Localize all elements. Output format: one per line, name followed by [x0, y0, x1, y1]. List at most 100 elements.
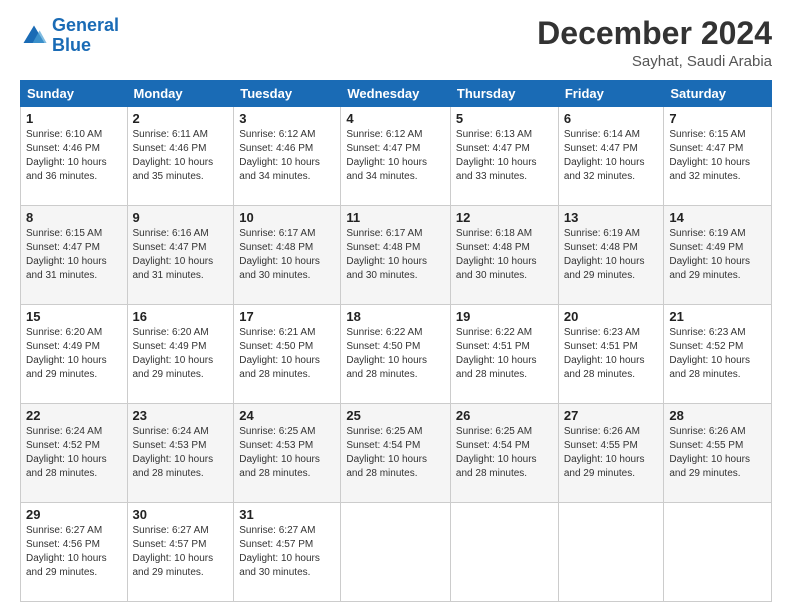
calendar-cell: 19Sunrise: 6:22 AM Sunset: 4:51 PM Dayli… [450, 305, 558, 404]
calendar-week-row: 8 Sunrise: 6:15 AM Sunset: 4:47 PM Daylig… [21, 206, 772, 305]
calendar-cell: 22 Sunrise: 6:24 AM Sunset: 4:52 PM Dayli… [21, 404, 128, 503]
calendar-cell: 20 Sunrise: 6:23 AM Sunset: 4:51 PM Dayli… [558, 305, 664, 404]
day-info: Sunrise: 6:14 AM Sunset: 4:47 PM Dayligh… [564, 128, 659, 184]
day-info: Sunrise: 6:25 AM Sunset: 4:54 PM Dayligh… [456, 425, 553, 481]
day-number: 27 [564, 408, 659, 423]
weekday-header: Wednesday [341, 81, 451, 107]
calendar-cell [664, 503, 772, 602]
calendar-cell [558, 503, 664, 602]
calendar-cell: 24 Sunrise: 6:25 AM Sunset: 4:53 PM Dayli… [234, 404, 341, 503]
calendar-cell: 12 Sunrise: 6:18 AM Sunset: 4:48 PM Dayli… [450, 206, 558, 305]
day-number: 9 [133, 210, 229, 225]
day-info: Sunrise: 6:25 AM Sunset: 4:53 PM Dayligh… [239, 425, 335, 481]
day-info: Sunrise: 6:22 AM Sunset: 4:51 PM Dayligh… [456, 326, 553, 382]
day-number: 21 [669, 309, 766, 324]
day-number: 11 [346, 210, 445, 225]
day-number: 31 [239, 507, 335, 522]
calendar-cell: 30 Sunrise: 6:27 AM Sunset: 4:57 PM Dayli… [127, 503, 234, 602]
calendar-cell: 25 Sunrise: 6:25 AM Sunset: 4:54 PM Dayli… [341, 404, 451, 503]
calendar-cell: 23 Sunrise: 6:24 AM Sunset: 4:53 PM Dayli… [127, 404, 234, 503]
day-info: Sunrise: 6:11 AM Sunset: 4:46 PM Dayligh… [133, 128, 229, 184]
day-number: 4 [346, 111, 445, 126]
day-number: 6 [564, 111, 659, 126]
day-info: Sunrise: 6:15 AM Sunset: 4:47 PM Dayligh… [669, 128, 766, 184]
day-number: 8 [26, 210, 122, 225]
day-info: Sunrise: 6:27 AM Sunset: 4:57 PM Dayligh… [239, 524, 335, 580]
calendar-week-row: 15 Sunrise: 6:20 AM Sunset: 4:49 PM Dayli… [21, 305, 772, 404]
main-title: December 2024 [537, 16, 772, 51]
day-number: 5 [456, 111, 553, 126]
calendar-cell: 26 Sunrise: 6:25 AM Sunset: 4:54 PM Dayli… [450, 404, 558, 503]
day-info: Sunrise: 6:16 AM Sunset: 4:47 PM Dayligh… [133, 227, 229, 283]
day-info: Sunrise: 6:24 AM Sunset: 4:53 PM Dayligh… [133, 425, 229, 481]
day-number: 28 [669, 408, 766, 423]
day-number: 7 [669, 111, 766, 126]
calendar-cell: 6 Sunrise: 6:14 AM Sunset: 4:47 PM Daylig… [558, 107, 664, 206]
day-info: Sunrise: 6:18 AM Sunset: 4:48 PM Dayligh… [456, 227, 553, 283]
day-number: 12 [456, 210, 553, 225]
calendar-cell [450, 503, 558, 602]
day-info: Sunrise: 6:20 AM Sunset: 4:49 PM Dayligh… [133, 326, 229, 382]
logo-icon [20, 22, 48, 50]
subtitle: Sayhat, Saudi Arabia [537, 53, 772, 70]
calendar-cell: 5Sunrise: 6:13 AM Sunset: 4:47 PM Daylig… [450, 107, 558, 206]
day-number: 25 [346, 408, 445, 423]
day-number: 30 [133, 507, 229, 522]
logo: General Blue [20, 16, 119, 56]
calendar-table: SundayMondayTuesdayWednesdayThursdayFrid… [20, 80, 772, 602]
day-info: Sunrise: 6:26 AM Sunset: 4:55 PM Dayligh… [564, 425, 659, 481]
day-number: 24 [239, 408, 335, 423]
day-info: Sunrise: 6:19 AM Sunset: 4:48 PM Dayligh… [564, 227, 659, 283]
day-info: Sunrise: 6:12 AM Sunset: 4:47 PM Dayligh… [346, 128, 445, 184]
day-number: 1 [26, 111, 122, 126]
calendar-cell: 21 Sunrise: 6:23 AM Sunset: 4:52 PM Dayli… [664, 305, 772, 404]
calendar-cell: 15 Sunrise: 6:20 AM Sunset: 4:49 PM Dayli… [21, 305, 128, 404]
calendar-cell: 28 Sunrise: 6:26 AM Sunset: 4:55 PM Dayli… [664, 404, 772, 503]
calendar-week-row: 1Sunrise: 6:10 AM Sunset: 4:46 PM Daylig… [21, 107, 772, 206]
day-info: Sunrise: 6:12 AM Sunset: 4:46 PM Dayligh… [239, 128, 335, 184]
weekday-header-row: SundayMondayTuesdayWednesdayThursdayFrid… [21, 81, 772, 107]
weekday-header: Saturday [664, 81, 772, 107]
day-info: Sunrise: 6:24 AM Sunset: 4:52 PM Dayligh… [26, 425, 122, 481]
calendar-cell: 3Sunrise: 6:12 AM Sunset: 4:46 PM Daylig… [234, 107, 341, 206]
day-info: Sunrise: 6:15 AM Sunset: 4:47 PM Dayligh… [26, 227, 122, 283]
calendar-cell: 7 Sunrise: 6:15 AM Sunset: 4:47 PM Daylig… [664, 107, 772, 206]
day-info: Sunrise: 6:27 AM Sunset: 4:57 PM Dayligh… [133, 524, 229, 580]
header: General Blue December 2024 Sayhat, Saudi… [20, 16, 772, 70]
calendar-cell: 16Sunrise: 6:20 AM Sunset: 4:49 PM Dayli… [127, 305, 234, 404]
day-number: 26 [456, 408, 553, 423]
day-number: 23 [133, 408, 229, 423]
calendar-cell: 27 Sunrise: 6:26 AM Sunset: 4:55 PM Dayli… [558, 404, 664, 503]
weekday-header: Monday [127, 81, 234, 107]
day-number: 29 [26, 507, 122, 522]
calendar-cell: 2Sunrise: 6:11 AM Sunset: 4:46 PM Daylig… [127, 107, 234, 206]
title-block: December 2024 Sayhat, Saudi Arabia [537, 16, 772, 70]
calendar-cell: 4 Sunrise: 6:12 AM Sunset: 4:47 PM Daylig… [341, 107, 451, 206]
day-info: Sunrise: 6:20 AM Sunset: 4:49 PM Dayligh… [26, 326, 122, 382]
day-info: Sunrise: 6:26 AM Sunset: 4:55 PM Dayligh… [669, 425, 766, 481]
day-info: Sunrise: 6:25 AM Sunset: 4:54 PM Dayligh… [346, 425, 445, 481]
calendar-cell: 1Sunrise: 6:10 AM Sunset: 4:46 PM Daylig… [21, 107, 128, 206]
day-number: 15 [26, 309, 122, 324]
calendar-cell: 9 Sunrise: 6:16 AM Sunset: 4:47 PM Daylig… [127, 206, 234, 305]
calendar-cell [341, 503, 451, 602]
weekday-header: Thursday [450, 81, 558, 107]
calendar-week-row: 22 Sunrise: 6:24 AM Sunset: 4:52 PM Dayli… [21, 404, 772, 503]
day-info: Sunrise: 6:21 AM Sunset: 4:50 PM Dayligh… [239, 326, 335, 382]
day-number: 18 [346, 309, 445, 324]
calendar-cell: 11 Sunrise: 6:17 AM Sunset: 4:48 PM Dayli… [341, 206, 451, 305]
day-number: 20 [564, 309, 659, 324]
day-info: Sunrise: 6:17 AM Sunset: 4:48 PM Dayligh… [346, 227, 445, 283]
day-info: Sunrise: 6:23 AM Sunset: 4:51 PM Dayligh… [564, 326, 659, 382]
calendar-cell: 17 Sunrise: 6:21 AM Sunset: 4:50 PM Dayli… [234, 305, 341, 404]
logo-text: General Blue [52, 16, 119, 56]
calendar-cell: 29Sunrise: 6:27 AM Sunset: 4:56 PM Dayli… [21, 503, 128, 602]
day-info: Sunrise: 6:19 AM Sunset: 4:49 PM Dayligh… [669, 227, 766, 283]
day-number: 13 [564, 210, 659, 225]
page: General Blue December 2024 Sayhat, Saudi… [0, 0, 792, 612]
day-number: 17 [239, 309, 335, 324]
day-number: 22 [26, 408, 122, 423]
day-number: 10 [239, 210, 335, 225]
day-info: Sunrise: 6:17 AM Sunset: 4:48 PM Dayligh… [239, 227, 335, 283]
day-info: Sunrise: 6:23 AM Sunset: 4:52 PM Dayligh… [669, 326, 766, 382]
